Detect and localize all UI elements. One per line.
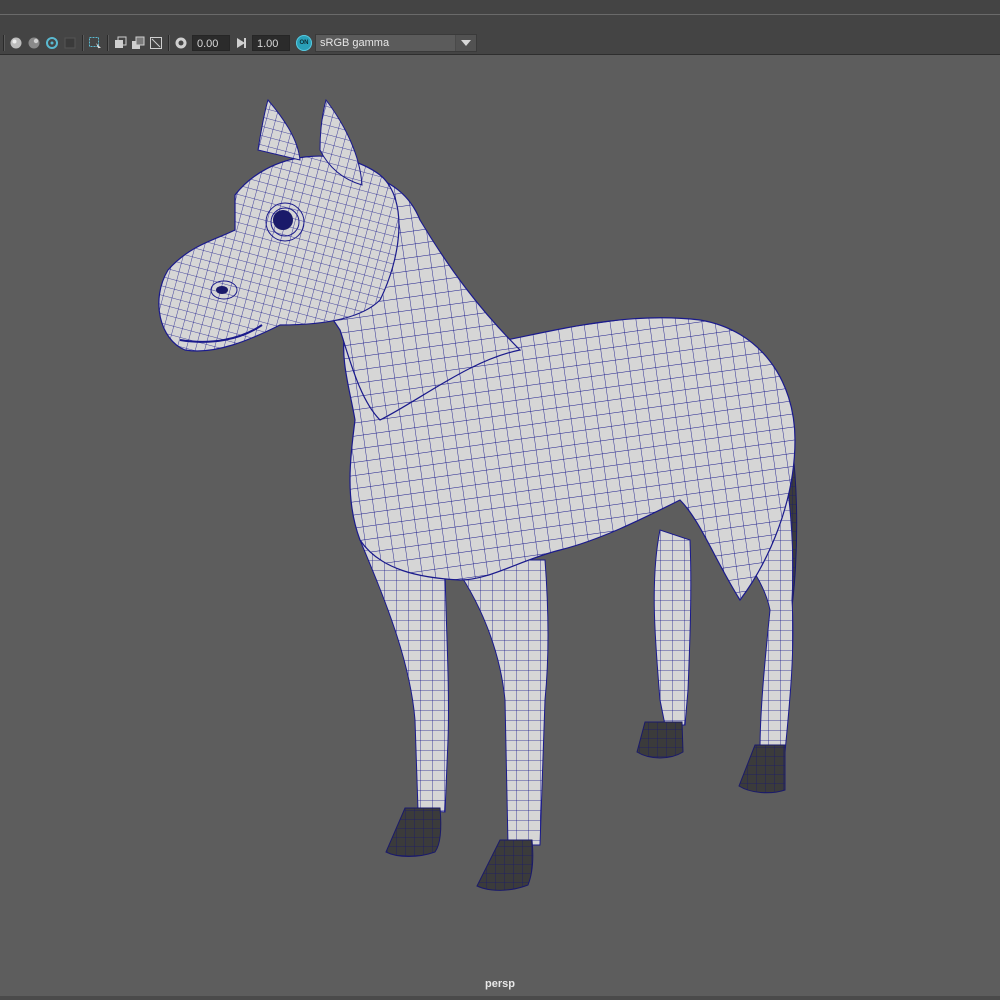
near-front-hoof [476, 839, 534, 891]
xray-icon[interactable] [62, 35, 78, 51]
color-space-label: sRGB gamma [320, 37, 390, 49]
far-hind-leg [653, 529, 692, 726]
near-hind-hoof [738, 744, 786, 794]
toolbar-separator [107, 35, 108, 51]
resolution-gate-icon[interactable] [148, 35, 164, 51]
color-space-dropdown[interactable]: sRGB gamma [315, 34, 477, 52]
3d-viewport[interactable] [0, 55, 1000, 996]
menu-bar-strip [0, 0, 1000, 15]
shaded-sphere-icon[interactable] [8, 35, 24, 51]
far-front-leg [359, 539, 449, 813]
toolbar-separator [168, 35, 169, 51]
far-hind-hoof [636, 721, 684, 759]
exposure-input[interactable]: 0.00 [192, 35, 230, 51]
isolate-select-icon[interactable] [44, 35, 60, 51]
dropdown-arrow-icon[interactable] [455, 35, 476, 51]
exposure-icon[interactable] [173, 35, 189, 51]
select-camera-icon[interactable] [87, 35, 103, 51]
gamma-input[interactable]: 1.00 [252, 35, 290, 51]
grid-toggle-icon[interactable] [112, 35, 128, 51]
horse-model[interactable] [0, 55, 1000, 996]
near-front-leg [449, 559, 549, 846]
viewport-toolbar: 0.00 1.00 ON sRGB gamma [0, 15, 1000, 55]
viewport-toolbar-row: 0.00 1.00 ON sRGB gamma [0, 32, 477, 54]
far-front-hoof [385, 807, 442, 857]
color-management-toggle[interactable]: ON [296, 35, 312, 51]
left-ear [257, 98, 301, 161]
viewport-bottom-border [0, 996, 1000, 1000]
textured-sphere-icon[interactable] [26, 35, 42, 51]
image-plane-icon[interactable] [130, 35, 146, 51]
camera-label: persp [485, 978, 515, 990]
toolbar-separator [3, 35, 4, 51]
gamma-icon[interactable] [233, 35, 249, 51]
toolbar-separator [82, 35, 83, 51]
